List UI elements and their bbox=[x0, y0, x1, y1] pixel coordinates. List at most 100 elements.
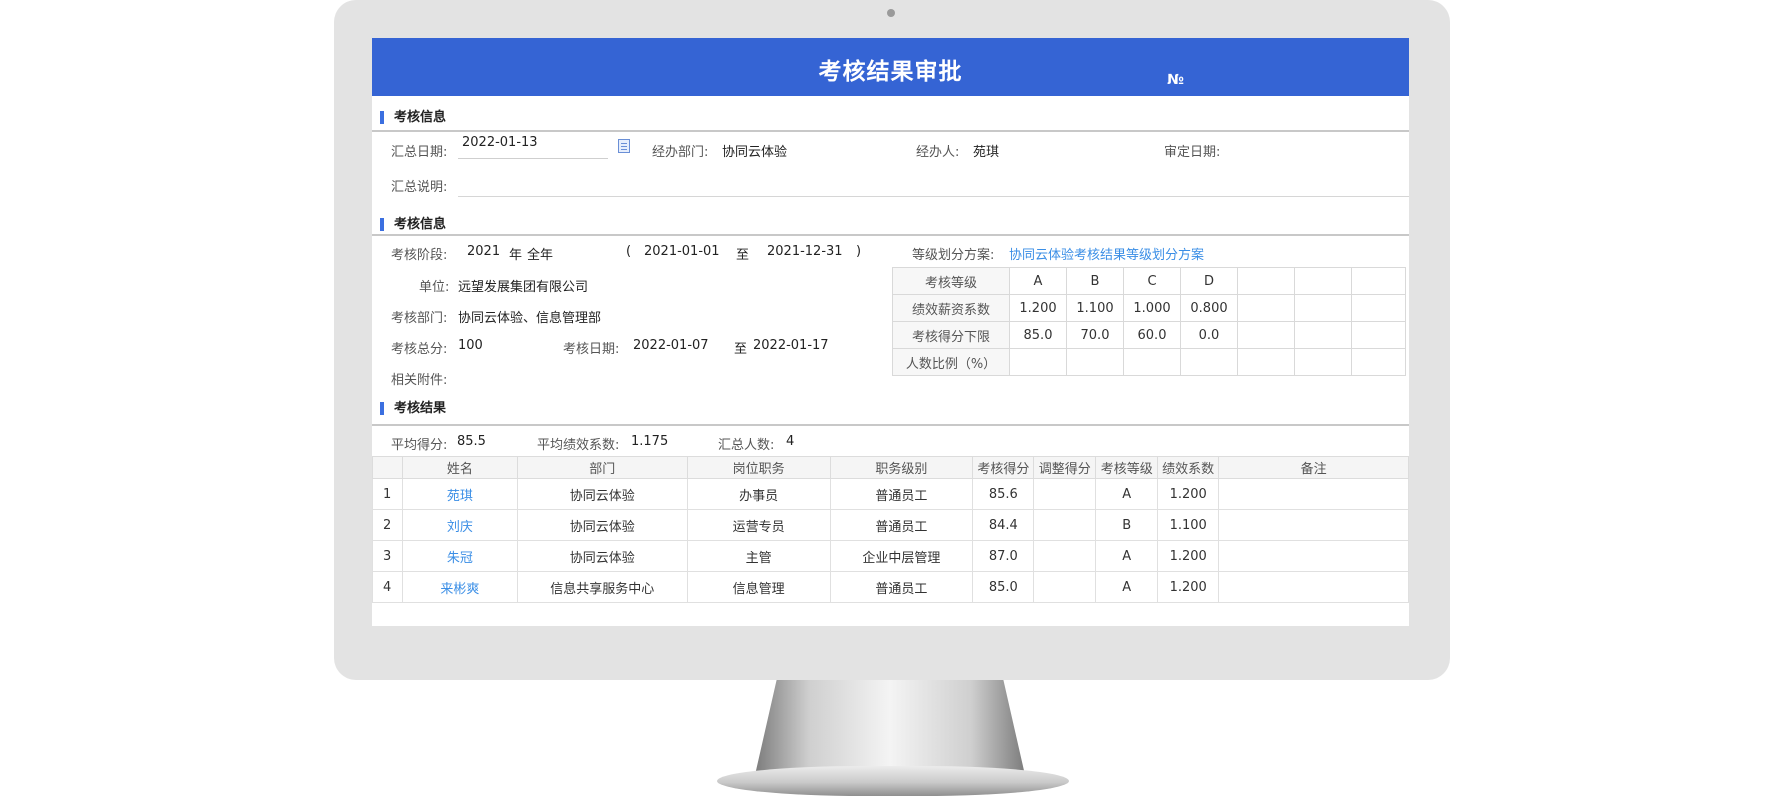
avg-score-value: 85.5 bbox=[457, 434, 486, 449]
range-to: 至 bbox=[736, 248, 750, 263]
cell-position: 办事员 bbox=[686, 478, 831, 510]
stage-label: 考核阶段: bbox=[391, 248, 448, 263]
col-header-index bbox=[372, 456, 403, 479]
stage-period: 全年 bbox=[527, 248, 554, 263]
grade-cell-empty bbox=[1237, 294, 1295, 322]
cell-level: 普通员工 bbox=[829, 509, 974, 541]
cell-dept: 协同云体验 bbox=[516, 509, 688, 541]
cell-adjusted[interactable] bbox=[1033, 478, 1097, 510]
grade-cell-empty bbox=[1351, 348, 1406, 376]
grade-row-header: 考核等级 bbox=[892, 267, 1010, 295]
row-index: 4 bbox=[372, 571, 403, 603]
monitor-stand bbox=[755, 680, 1025, 775]
cell-grade: B bbox=[1095, 509, 1159, 541]
row-index: 1 bbox=[372, 478, 403, 510]
unit-value: 远望发展集团有限公司 bbox=[458, 280, 589, 295]
grade-cell: 85.0 bbox=[1009, 321, 1067, 349]
handler-label: 经办人: bbox=[916, 145, 960, 160]
cell-coef: 1.200 bbox=[1157, 571, 1220, 603]
calendar-icon[interactable] bbox=[618, 139, 630, 153]
cell-score: 85.6 bbox=[972, 478, 1035, 510]
count-label: 汇总人数: bbox=[718, 438, 775, 453]
table-row: 1 苑琪 协同云体验 办事员 普通员工 85.6 A 1.200 bbox=[372, 478, 1409, 510]
cell-score: 85.0 bbox=[972, 571, 1035, 603]
cell-score: 87.0 bbox=[972, 540, 1035, 572]
grade-table: 考核等级 A B C D 绩效薪资系数 1.200 1.100 1.000 0.… bbox=[892, 267, 1406, 376]
grade-cell bbox=[1066, 348, 1124, 376]
stage-year-unit: 年 bbox=[509, 248, 523, 263]
desc-field[interactable] bbox=[458, 196, 1409, 197]
grade-cell: 1.000 bbox=[1123, 294, 1181, 322]
range-start: 2021-01-01 bbox=[644, 244, 720, 259]
col-header-name: 姓名 bbox=[401, 456, 518, 479]
employee-name-link[interactable]: 刘庆 bbox=[401, 509, 518, 541]
results-header-row: 姓名 部门 岗位职务 职务级别 考核得分 调整得分 考核等级 绩效系数 备注 bbox=[372, 456, 1409, 479]
grade-cell-empty bbox=[1294, 294, 1352, 322]
cell-coef: 1.100 bbox=[1157, 509, 1220, 541]
employee-name-link[interactable]: 朱冠 bbox=[401, 540, 518, 572]
cell-level: 普通员工 bbox=[829, 478, 974, 510]
cell-adjusted[interactable] bbox=[1033, 571, 1097, 603]
cell-position: 信息管理 bbox=[686, 571, 831, 603]
grade-row: 绩效薪资系数 1.200 1.100 1.000 0.800 bbox=[892, 294, 1406, 322]
grade-cell-empty bbox=[1351, 267, 1406, 295]
cell-remark[interactable] bbox=[1218, 540, 1409, 572]
col-header-coef: 绩效系数 bbox=[1157, 456, 1220, 479]
scheme-link[interactable]: 协同云体验考核结果等级划分方案 bbox=[1009, 244, 1204, 263]
grade-row-header: 绩效薪资系数 bbox=[892, 294, 1010, 322]
dept-value: 协同云体验 bbox=[722, 145, 788, 160]
summary-date-field[interactable]: 2022-01-13 bbox=[458, 135, 608, 159]
grade-cell: 1.100 bbox=[1066, 294, 1124, 322]
paren-open: ( bbox=[626, 244, 632, 259]
grade-row: 考核得分下限 85.0 70.0 60.0 0.0 bbox=[892, 321, 1406, 349]
cell-remark[interactable] bbox=[1218, 478, 1409, 510]
section-title-results: 考核结果 bbox=[380, 402, 446, 415]
grade-cell-empty bbox=[1237, 348, 1295, 376]
cell-level: 企业中层管理 bbox=[829, 540, 974, 572]
attachment-label: 相关附件: bbox=[391, 373, 448, 388]
grade-cell: 60.0 bbox=[1123, 321, 1181, 349]
title-bar: 考核结果审批 № bbox=[372, 38, 1409, 96]
divider bbox=[372, 424, 1409, 426]
row-index: 3 bbox=[372, 540, 403, 572]
col-header-grade: 考核等级 bbox=[1095, 456, 1159, 479]
section-title-assess-info: 考核信息 bbox=[380, 218, 446, 231]
grade-cell: D bbox=[1180, 267, 1238, 295]
cell-adjusted[interactable] bbox=[1033, 540, 1097, 572]
cell-level: 普通员工 bbox=[829, 571, 974, 603]
dept-label: 经办部门: bbox=[652, 145, 709, 160]
cell-dept: 信息共享服务中心 bbox=[516, 571, 688, 603]
unit-label: 单位: bbox=[419, 280, 450, 295]
cell-coef: 1.200 bbox=[1157, 478, 1220, 510]
grade-cell: 70.0 bbox=[1066, 321, 1124, 349]
grade-cell: 0.0 bbox=[1180, 321, 1238, 349]
screen: 考核结果审批 № 考核信息 汇总日期: 2022-01-13 经办部门: 协同云… bbox=[372, 38, 1409, 626]
grade-cell-empty bbox=[1294, 348, 1352, 376]
cell-remark[interactable] bbox=[1218, 509, 1409, 541]
col-header-dept: 部门 bbox=[516, 456, 688, 479]
desc-label: 汇总说明: bbox=[391, 180, 448, 195]
page-title: 考核结果审批 bbox=[818, 59, 963, 85]
assess-date-to: 至 bbox=[734, 342, 748, 357]
avg-coef-value: 1.175 bbox=[631, 434, 669, 449]
grade-row: 考核等级 A B C D bbox=[892, 267, 1406, 295]
employee-name-link[interactable]: 苑琪 bbox=[401, 478, 518, 510]
section-title-summary-info: 考核信息 bbox=[380, 111, 446, 124]
cell-adjusted[interactable] bbox=[1033, 509, 1097, 541]
grade-cell-empty bbox=[1294, 321, 1352, 349]
col-header-remark: 备注 bbox=[1218, 456, 1409, 479]
cell-remark[interactable] bbox=[1218, 571, 1409, 603]
grade-row-header: 考核得分下限 bbox=[892, 321, 1010, 349]
avg-score-label: 平均得分: bbox=[391, 438, 448, 453]
grade-cell-empty bbox=[1294, 267, 1352, 295]
cell-position: 运营专员 bbox=[686, 509, 831, 541]
col-header-adjusted: 调整得分 bbox=[1033, 456, 1097, 479]
paren-close: ) bbox=[856, 244, 862, 259]
row-index: 2 bbox=[372, 509, 403, 541]
number-sign: № bbox=[1167, 72, 1184, 88]
results-table: 姓名 部门 岗位职务 职务级别 考核得分 调整得分 考核等级 绩效系数 备注 1… bbox=[372, 456, 1409, 603]
total-score-label: 考核总分: bbox=[391, 342, 448, 357]
stage-year: 2021 bbox=[467, 244, 501, 259]
grade-cell bbox=[1123, 348, 1181, 376]
employee-name-link[interactable]: 来彬爽 bbox=[401, 571, 518, 603]
